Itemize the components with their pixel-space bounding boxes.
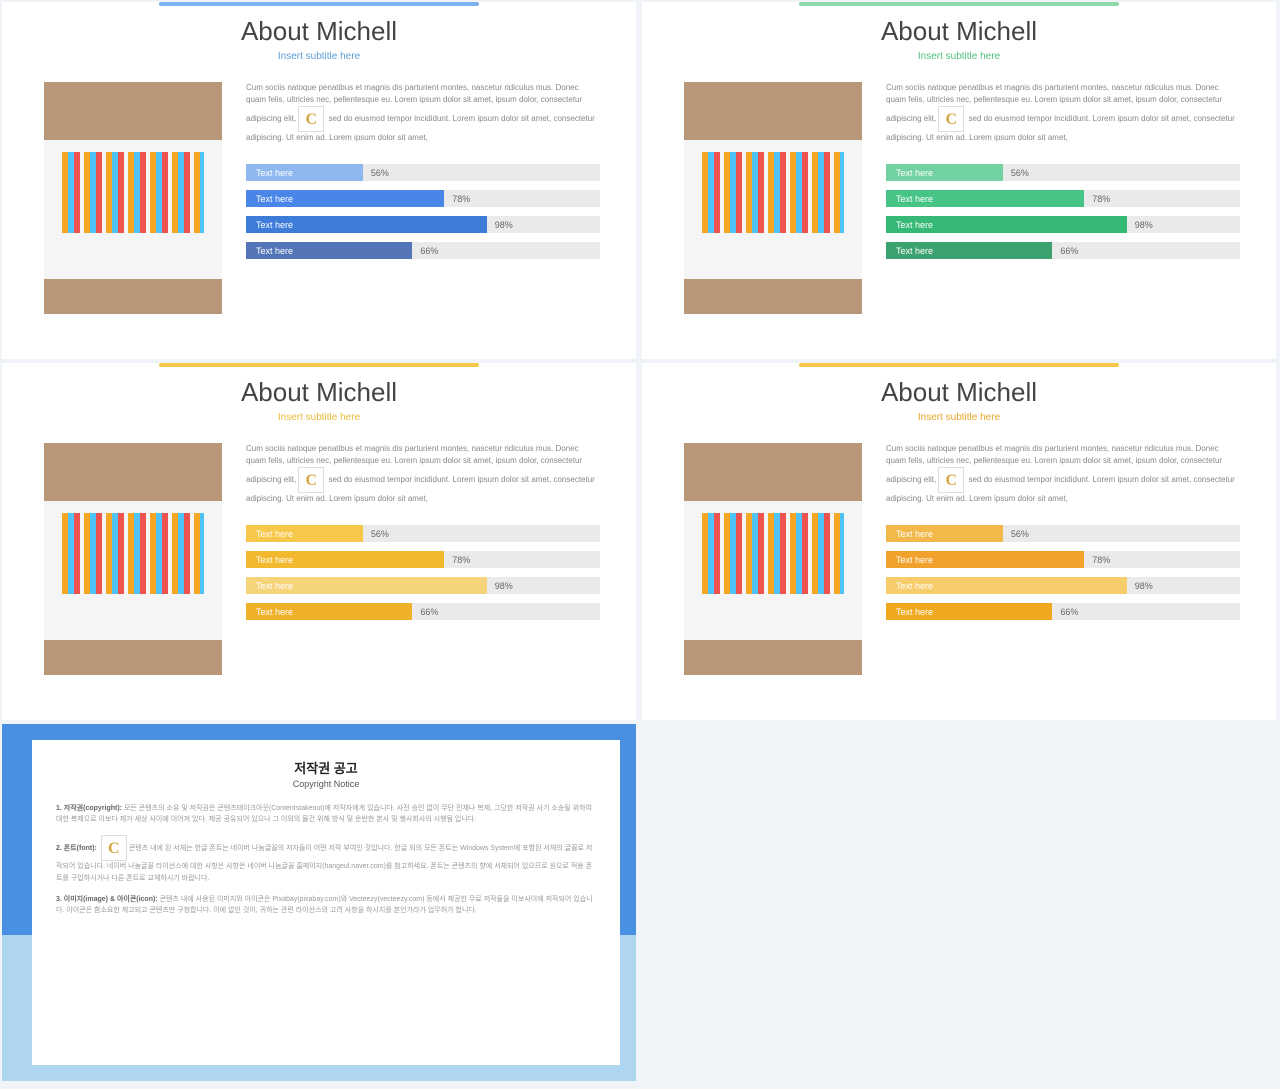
bar-label: Text here	[246, 242, 412, 259]
body-text: Cum sociis natoque penatibus et magnis d…	[886, 82, 1240, 144]
body-text: Cum sociis natoque penatibus et magnis d…	[246, 82, 600, 144]
bar-label: Text here	[886, 242, 1052, 259]
bar-percent: 56%	[371, 168, 389, 178]
slide-about-1: About Michell Insert subtitle here Cum soc…	[642, 2, 1276, 359]
progress-bar: Text here 78%	[246, 190, 600, 207]
slide-title: About Michell	[642, 377, 1276, 408]
bar-percent: 78%	[452, 555, 470, 565]
progress-bar: Text here 98%	[886, 577, 1240, 594]
progress-bar: Text here 78%	[886, 551, 1240, 568]
bar-label: Text here	[246, 603, 412, 620]
text-column: Cum sociis natoque penatibus et magnis d…	[886, 443, 1240, 675]
bar-percent: 78%	[1092, 555, 1110, 565]
slide-subtitle: Insert subtitle here	[2, 51, 636, 62]
slide-title: About Michell	[642, 16, 1276, 47]
body-text: Cum sociis natoque penatibus et magnis d…	[246, 443, 600, 505]
bar-percent: 78%	[452, 194, 470, 204]
progress-bar: Text here 56%	[886, 164, 1240, 181]
slide-subtitle: Insert subtitle here	[642, 412, 1276, 423]
notice-paragraph: 1. 저작권(copyright): 모든 콘텐츠의 소유 및 저작권은 콘텐츠…	[56, 803, 596, 825]
logo-icon: C	[298, 467, 324, 493]
progress-bar: Text here 66%	[246, 603, 600, 620]
slide-about-2: About Michell Insert subtitle here Cum soc…	[2, 363, 636, 720]
bar-percent: 56%	[1011, 529, 1029, 539]
notice-paragraph: 2. 폰트(font): C콘텐츠 내에 된 서체는 한글 폰트는 네이버 나눔…	[56, 835, 596, 883]
progress-bar: Text here 56%	[886, 525, 1240, 542]
text-column: Cum sociis natoque penatibus et magnis d…	[886, 82, 1240, 314]
bar-label: Text here	[246, 164, 363, 181]
notice-subtitle: Copyright Notice	[56, 779, 596, 789]
chart-photo	[684, 82, 862, 314]
accent-bar	[159, 2, 479, 6]
accent-bar	[799, 363, 1119, 367]
progress-bar: Text here 78%	[246, 551, 600, 568]
slide-about-3: About Michell Insert subtitle here Cum soc…	[642, 363, 1276, 720]
content-row: Cum sociis natoque penatibus et magnis d…	[642, 423, 1276, 675]
slide-subtitle: Insert subtitle here	[2, 412, 636, 423]
bar-percent: 66%	[1060, 246, 1078, 256]
accent-bar	[159, 363, 479, 367]
bar-percent: 66%	[420, 246, 438, 256]
slide-subtitle: Insert subtitle here	[642, 51, 1276, 62]
bar-percent: 98%	[495, 581, 513, 591]
bar-label: Text here	[886, 603, 1052, 620]
logo-icon: C	[101, 835, 127, 861]
progress-bar: Text here 98%	[246, 216, 600, 233]
text-column: Cum sociis natoque penatibus et magnis d…	[246, 443, 600, 675]
slide-title: About Michell	[2, 377, 636, 408]
bar-label: Text here	[886, 190, 1084, 207]
logo-icon: C	[938, 106, 964, 132]
content-row: Cum sociis natoque penatibus et magnis d…	[2, 62, 636, 314]
notice-label: 1. 저작권(copyright):	[56, 805, 124, 812]
accent-bar	[799, 2, 1119, 6]
bar-label: Text here	[246, 216, 487, 233]
progress-bar: Text here 98%	[246, 577, 600, 594]
chart-photo	[44, 82, 222, 314]
bar-label: Text here	[886, 551, 1084, 568]
notice-label: 3. 이미지(image) & 아이콘(icon):	[56, 896, 160, 903]
notice-label: 2. 폰트(font):	[56, 845, 99, 852]
bar-percent: 66%	[420, 607, 438, 617]
bar-label: Text here	[246, 551, 444, 568]
body-text: Cum sociis natoque penatibus et magnis d…	[886, 443, 1240, 505]
progress-bar: Text here 98%	[886, 216, 1240, 233]
content-row: Cum sociis natoque penatibus et magnis d…	[2, 423, 636, 675]
bar-label: Text here	[246, 190, 444, 207]
bar-label: Text here	[886, 525, 1003, 542]
text-column: Cum sociis natoque penatibus et magnis d…	[246, 82, 600, 314]
bar-percent: 98%	[495, 220, 513, 230]
bar-percent: 98%	[1135, 220, 1153, 230]
notice-text: 모든 콘텐츠의 소유 및 저작권은 콘텐츠테이크아웃(Contentstakeo…	[56, 805, 592, 823]
bar-label: Text here	[886, 216, 1127, 233]
bar-label: Text here	[246, 525, 363, 542]
bar-percent: 78%	[1092, 194, 1110, 204]
progress-bar: Text here 56%	[246, 164, 600, 181]
slide-title: About Michell	[2, 16, 636, 47]
bar-label: Text here	[246, 577, 487, 594]
chart-photo	[44, 443, 222, 675]
bar-percent: 66%	[1060, 607, 1078, 617]
progress-bar: Text here 66%	[886, 603, 1240, 620]
notice-frame: 저작권 공고 Copyright Notice 1. 저작권(copyright):…	[2, 724, 636, 1081]
slide-copyright-notice: 저작권 공고 Copyright Notice 1. 저작권(copyright):…	[2, 724, 636, 1081]
logo-icon: C	[938, 467, 964, 493]
progress-bar: Text here 56%	[246, 525, 600, 542]
progress-bar: Text here 66%	[246, 242, 600, 259]
progress-bar: Text here 66%	[886, 242, 1240, 259]
chart-photo	[684, 443, 862, 675]
bar-percent: 56%	[371, 529, 389, 539]
slide-about-0: About Michell Insert subtitle here Cum soc…	[2, 2, 636, 359]
bar-percent: 56%	[1011, 168, 1029, 178]
notice-text: 콘텐츠 내에 된 서체는 한글 폰트는 네이버 나눔글꼴의 저자들이 어떤 저작…	[56, 845, 592, 881]
progress-bar: Text here 78%	[886, 190, 1240, 207]
notice-paragraph: 3. 이미지(image) & 아이콘(icon): 콘텐츠 내에 사용된 이미…	[56, 894, 596, 916]
bar-label: Text here	[886, 164, 1003, 181]
notice-title: 저작권 공고	[56, 758, 596, 777]
content-row: Cum sociis natoque penatibus et magnis d…	[642, 62, 1276, 314]
logo-icon: C	[298, 106, 324, 132]
bar-label: Text here	[886, 577, 1127, 594]
bar-percent: 98%	[1135, 581, 1153, 591]
